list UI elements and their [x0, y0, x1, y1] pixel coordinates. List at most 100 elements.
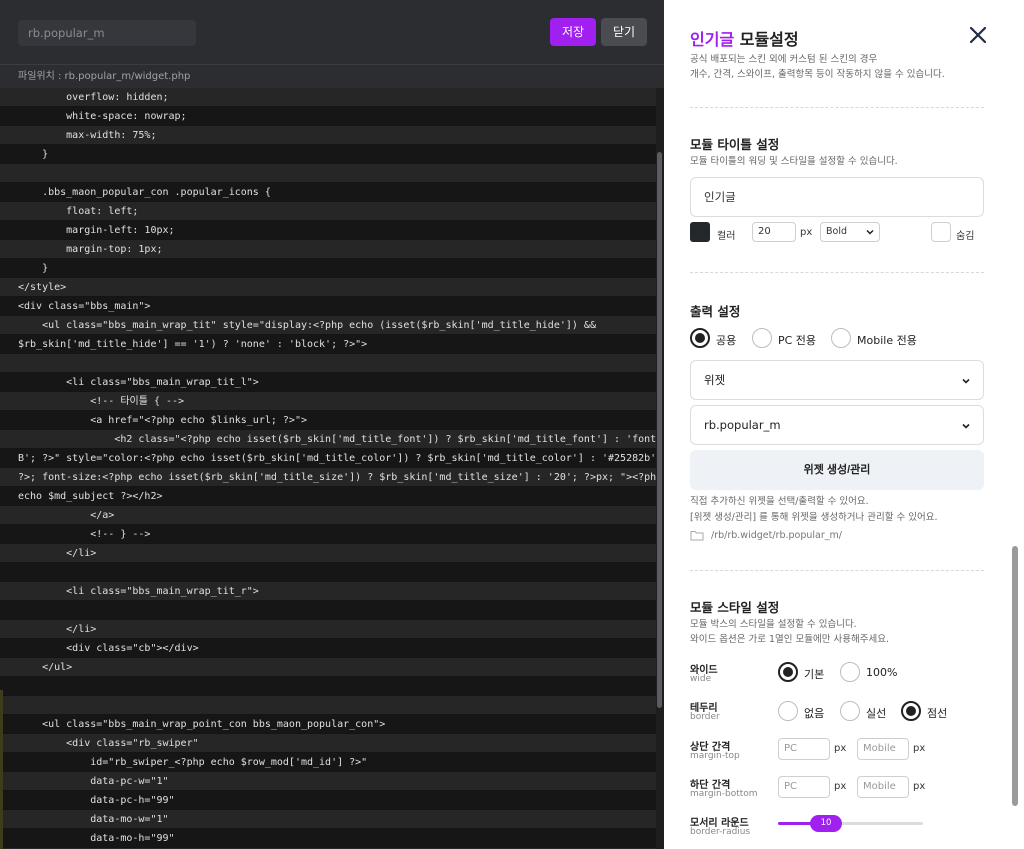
- margin-top-pc-input[interactable]: PC: [778, 738, 830, 760]
- font-weight-value: Bold: [826, 226, 847, 237]
- panel-title: 인기글 모듈설정: [690, 26, 799, 50]
- code-line: </li>: [0, 620, 656, 639]
- style-desc-1: 모듈 박스의 스타일을 설정할 수 있습니다.: [690, 619, 857, 630]
- filename-input[interactable]: rb.popular_m: [18, 20, 196, 46]
- radio-output-common[interactable]: [690, 328, 710, 348]
- radius-slider-thumb[interactable]: 10: [810, 815, 842, 832]
- code-line: [0, 677, 656, 696]
- close-icon: [969, 26, 987, 44]
- radio-border-dashed-label: 점선: [927, 707, 948, 720]
- unit-label: px: [834, 781, 847, 792]
- size-unit-label: px: [800, 227, 813, 238]
- module-title-input[interactable]: 인기글: [690, 177, 984, 217]
- editor-scrollbar[interactable]: [657, 152, 662, 708]
- title-color-swatch[interactable]: [690, 222, 710, 242]
- code-line: <li class="bbs_main_wrap_tit_l">: [0, 373, 656, 392]
- chevron-down-icon: [866, 229, 874, 235]
- radio-output-pc[interactable]: [752, 328, 772, 348]
- margin-bottom-mobile-input[interactable]: Mobile: [857, 776, 909, 798]
- radio-output-mobile[interactable]: [831, 328, 851, 348]
- section-title-title: 모듈 타이틀 설정: [690, 137, 780, 152]
- code-textarea[interactable]: overflow: hidden; white-space: nowrap; m…: [0, 88, 656, 849]
- radius-sub-label: border-radius: [690, 827, 751, 837]
- unit-label: px: [913, 781, 926, 792]
- divider: [690, 107, 984, 108]
- code-line: .bbs_maon_popular_con .popular_icons {: [0, 183, 656, 202]
- divider: [690, 570, 984, 571]
- radio-output-pc-label: PC 전용: [778, 334, 817, 347]
- gutter-marker: [0, 690, 3, 849]
- code-line: <!-- } -->: [0, 525, 656, 544]
- margin-top-mobile-input[interactable]: Mobile: [857, 738, 909, 760]
- color-label: 컬러: [717, 231, 736, 242]
- panel-title-accent: 인기글: [690, 30, 735, 49]
- panel-desc-1: 공식 배포되는 스킨 외에 커스텀 된 스킨의 경우: [690, 54, 878, 65]
- code-line: <ul class="bbs_main_wrap_tit" style="dis…: [0, 316, 656, 335]
- panel-title-rest: 모듈설정: [734, 30, 799, 49]
- title-hide-checkbox[interactable]: [931, 222, 951, 242]
- code-line: margin-top: 1px;: [0, 240, 656, 259]
- code-line: <h2 class="<?php echo isset($rb_skin['md…: [0, 430, 656, 449]
- wide-sub-label: wide: [690, 674, 712, 684]
- code-line: data-pc-w="1": [0, 772, 656, 791]
- folder-icon: [690, 531, 704, 541]
- code-line: max-width: 75%;: [0, 126, 656, 145]
- file-path-bar: 파일위치 : rb.popular_m/widget.php: [0, 64, 664, 88]
- code-line: data-mo-w="1": [0, 810, 656, 829]
- code-line: overflow: hidden;: [0, 88, 656, 107]
- code-line: ?>; font-size:<?php echo isset($rb_skin[…: [0, 468, 656, 487]
- code-line: <li class="bbs_main_wrap_tit_r">: [0, 582, 656, 601]
- hide-label: 숨김: [956, 231, 975, 242]
- title-size-input[interactable]: 20: [752, 222, 796, 242]
- code-line: [0, 696, 656, 715]
- code-editor-pane: rb.popular_m 저장 닫기 파일위치 : rb.popular_m/w…: [0, 0, 664, 849]
- code-line: }: [0, 259, 656, 278]
- code-line: B'; ?>" style="color:<?php echo isset($r…: [0, 449, 656, 468]
- code-line: [0, 164, 656, 183]
- code-line: $rb_skin['md_title_hide'] == '1') ? 'non…: [0, 335, 656, 354]
- radio-wide-default[interactable]: [778, 662, 798, 682]
- code-line: [0, 563, 656, 582]
- radio-output-mobile-label: Mobile 전용: [857, 334, 917, 347]
- widget-select-value: rb.popular_m: [704, 418, 781, 432]
- panel-scrollbar[interactable]: [1012, 546, 1018, 806]
- widget-help-1: 직접 추가하신 위젯을 선택/출력할 수 있어요.: [690, 496, 869, 507]
- code-line: <a href="<?php echo $links_url; ?>">: [0, 411, 656, 430]
- output-type-select[interactable]: 위젯: [690, 360, 984, 400]
- code-line: white-space: nowrap;: [0, 107, 656, 126]
- border-sub-label: border: [690, 712, 720, 722]
- widget-path: /rb/rb.widget/rb.popular_m/: [711, 530, 842, 541]
- margin-bottom-sub-label: margin-bottom: [690, 789, 758, 799]
- radio-output-common-label: 공용: [716, 334, 737, 347]
- margin-bottom-pc-input[interactable]: PC: [778, 776, 830, 798]
- radio-wide-full[interactable]: [840, 662, 860, 682]
- code-line: <div class="rb_swiper": [0, 734, 656, 753]
- radio-border-dashed[interactable]: [901, 701, 921, 721]
- font-weight-select[interactable]: Bold: [820, 222, 880, 242]
- chevron-down-icon: [962, 423, 970, 429]
- code-line: }: [0, 145, 656, 164]
- widget-select[interactable]: rb.popular_m: [690, 405, 984, 445]
- section-output-title: 출력 설정: [690, 304, 741, 319]
- code-line: <div class="cb"></div>: [0, 639, 656, 658]
- radio-border-solid[interactable]: [840, 701, 860, 721]
- code-line: data-pc-h="99": [0, 791, 656, 810]
- radio-border-none[interactable]: [778, 701, 798, 721]
- margin-top-sub-label: margin-top: [690, 751, 740, 761]
- chevron-down-icon: [962, 378, 970, 384]
- close-panel-button[interactable]: [967, 24, 989, 46]
- code-line: <ul class="bbs_main_wrap_point_con bbs_m…: [0, 715, 656, 734]
- widget-help-2: [위젯 생성/관리] 를 통해 위젯을 생성하거나 관리할 수 있어요.: [690, 512, 938, 523]
- editor-header: rb.popular_m 저장 닫기: [0, 0, 664, 64]
- save-button[interactable]: 저장: [550, 18, 596, 46]
- section-style-title: 모듈 스타일 설정: [690, 600, 780, 615]
- widget-manage-button[interactable]: 위젯 생성/관리: [690, 450, 984, 490]
- code-line: margin-left: 10px;: [0, 221, 656, 240]
- close-editor-button[interactable]: 닫기: [601, 18, 647, 46]
- code-line: </li>: [0, 544, 656, 563]
- divider: [690, 272, 984, 273]
- style-desc-2: 와이드 옵션은 가로 1열인 모듈에만 사용해주세요.: [690, 634, 889, 645]
- code-line: [0, 354, 656, 373]
- unit-label: px: [913, 743, 926, 754]
- code-line: float: left;: [0, 202, 656, 221]
